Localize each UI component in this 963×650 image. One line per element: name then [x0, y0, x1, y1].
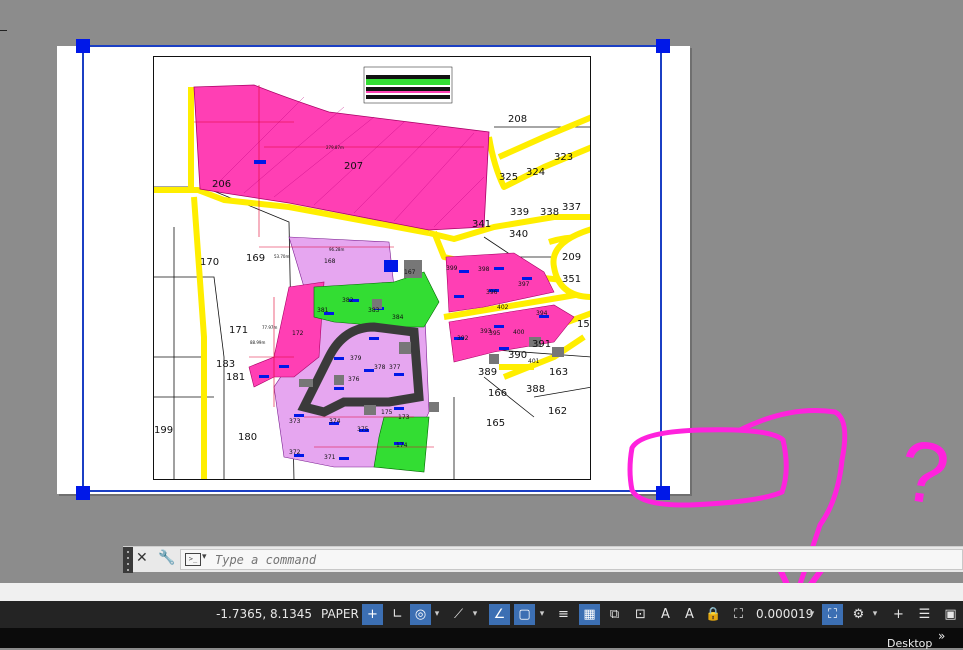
ortho-icon[interactable]: ∟ [387, 604, 408, 625]
workspace-dropdown[interactable]: ▾ [870, 604, 880, 625]
dynamic-ucs-icon[interactable]: ∠ [489, 604, 510, 625]
object-snap-icon[interactable]: ▢ [514, 604, 535, 625]
viewport-grip-top-right[interactable] [656, 39, 670, 53]
command-input[interactable] [215, 552, 915, 568]
polar-tracking-dropdown[interactable]: ▾ [432, 604, 442, 625]
clean-screen-icon[interactable]: ▣ [940, 604, 961, 625]
customization-icon[interactable]: ☰ [914, 604, 935, 625]
desktop-toolbar-label[interactable]: Desktop [887, 637, 932, 650]
object-snap-tracking-dropdown[interactable]: ▾ [470, 604, 480, 625]
viewport-grip-top-left[interactable] [76, 39, 90, 53]
viewport-grip-bottom-right[interactable] [656, 486, 670, 500]
canvas-corner-mark [0, 30, 7, 31]
auto-scale-icon[interactable]: A [679, 604, 700, 625]
model-paper-toggle[interactable]: PAPER [317, 604, 363, 625]
command-prompt-icon[interactable]: >_ [185, 553, 201, 566]
quick-properties-icon[interactable]: + [888, 604, 909, 625]
status-bar: -1.7365, 8.1345 PAPER + ∟ ◎ ▾ ⟋ ▾ ∠ ▢ ▾ … [0, 601, 963, 628]
isolate-objects-icon[interactable]: ⛶ [728, 604, 749, 625]
wrench-icon[interactable]: 🔧 [158, 550, 175, 566]
annotation-scale[interactable]: 0.000019 [756, 607, 813, 621]
selection-cycling-icon[interactable]: ⧉ [604, 604, 625, 625]
infer-constraints-icon[interactable]: + [362, 604, 383, 625]
layout-viewport[interactable] [82, 45, 662, 492]
object-snap-dropdown[interactable]: ▾ [537, 604, 547, 625]
lock-ui-icon[interactable]: 🔒 [703, 604, 724, 625]
annotation-question-mark: ? [894, 422, 955, 524]
object-snap-tracking-icon[interactable]: ⟋ [448, 604, 469, 625]
command-input-field[interactable]: >_ ▾ [180, 549, 963, 570]
transparency-icon[interactable]: ▦ [579, 604, 600, 625]
workspace-gear-icon[interactable]: ⚙ [848, 604, 869, 625]
drawing-tab-strip [0, 583, 963, 601]
viewport-grip-bottom-left[interactable] [76, 486, 90, 500]
command-line: ✕ 🔧 >_ ▾ [123, 546, 963, 573]
windows-taskbar: Desktop » [0, 628, 963, 650]
chevron-right-icon[interactable]: » [938, 629, 945, 643]
chevron-down-icon[interactable]: ▾ [202, 552, 207, 562]
polar-tracking-icon[interactable]: ◎ [410, 604, 431, 625]
3d-osnap-icon[interactable]: ⊡ [630, 604, 651, 625]
lineweight-icon[interactable]: ≡ [553, 604, 574, 625]
cursor-coordinates[interactable]: -1.7365, 8.1345 [212, 607, 312, 621]
hardware-acceleration-icon[interactable]: ⛶ [822, 604, 843, 625]
command-line-grip[interactable] [123, 547, 133, 573]
annotation-visibility-icon[interactable]: A [655, 604, 676, 625]
annotation-scale-dropdown[interactable]: ▾ [807, 604, 817, 625]
close-icon[interactable]: ✕ [136, 550, 148, 566]
